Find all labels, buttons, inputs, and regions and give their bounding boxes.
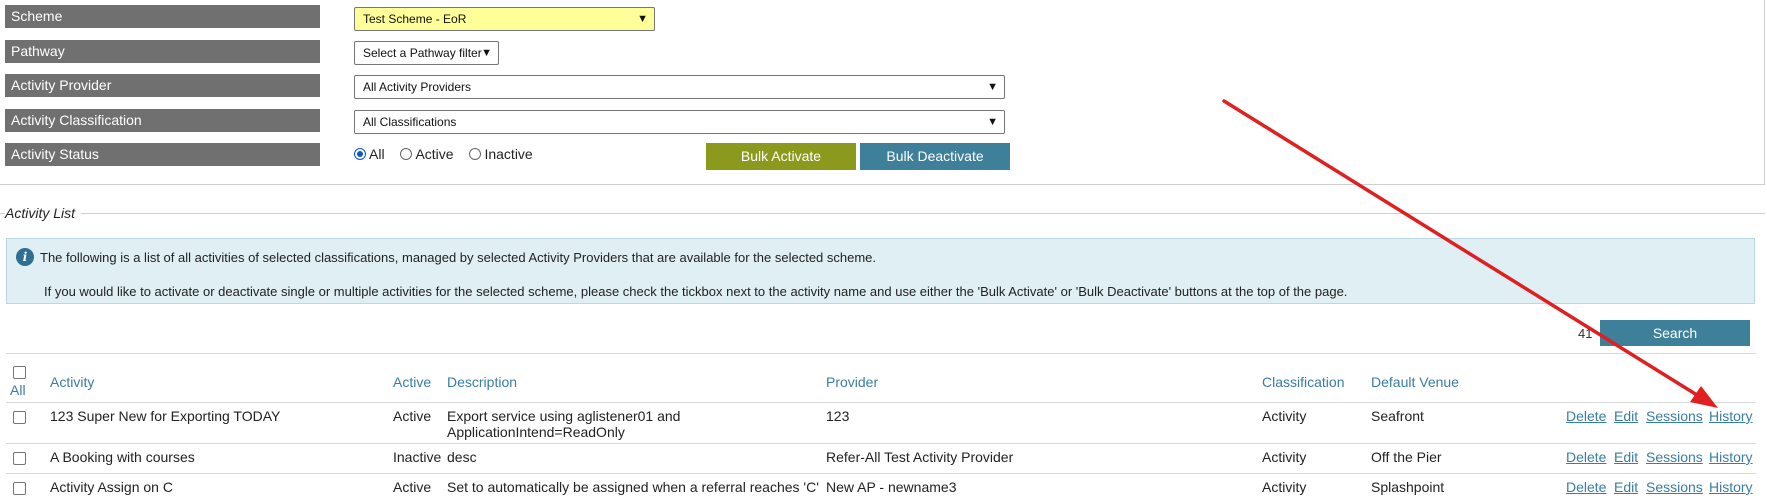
activity-active-status: Inactive [393, 449, 442, 465]
activity-status-label: Activity Status [5, 143, 320, 166]
column-header-default-venue[interactable]: Default Venue [1371, 374, 1459, 390]
history-link[interactable]: History [1709, 408, 1753, 424]
scheme-label: Scheme [5, 5, 320, 28]
activity-description: Export service using aglistener01 and [447, 408, 681, 424]
sessions-link[interactable]: Sessions [1646, 449, 1703, 465]
activity-classification: Activity [1262, 449, 1307, 465]
activity-classification: Activity [1262, 479, 1307, 495]
column-header-activity[interactable]: Activity [50, 374, 94, 390]
delete-link[interactable]: Delete [1566, 408, 1606, 424]
status-radio-inactive-label: Inactive [484, 146, 533, 162]
pathway-label: Pathway [5, 40, 320, 63]
sessions-link[interactable]: Sessions [1646, 408, 1703, 424]
scheme-select[interactable]: Test Scheme - EoR ▼ [354, 7, 655, 31]
activity-classification-select-value: All Classifications [363, 115, 457, 129]
info-box: i The following is a list of all activit… [6, 238, 1755, 304]
activity-list-legend: Activity List [5, 205, 82, 221]
activity-provider: Refer-All Test Activity Provider [826, 449, 1014, 465]
chevron-down-icon: ▼ [987, 81, 998, 93]
column-header-classification[interactable]: Classification [1262, 374, 1344, 390]
activity-description: Set to automatically be assigned when a … [447, 479, 819, 495]
activity-venue: Seafront [1371, 408, 1424, 424]
result-count: 41 [1578, 326, 1593, 341]
status-radio-all[interactable] [354, 148, 366, 160]
activity-active-status: Active [393, 408, 432, 424]
activity-description-cont: ApplicationIntend=ReadOnly [447, 424, 625, 440]
chevron-down-icon: ▼ [637, 13, 648, 25]
select-all-checkbox[interactable] [13, 366, 26, 379]
activity-description: desc [447, 449, 477, 465]
pathway-select-value: Select a Pathway filter [363, 46, 482, 60]
column-header-active[interactable]: Active [393, 374, 431, 390]
history-link[interactable]: History [1709, 449, 1753, 465]
activity-name: A Booking with courses [50, 449, 195, 465]
column-header-description[interactable]: Description [447, 374, 517, 390]
status-radio-all-label: All [369, 146, 385, 162]
activity-classification: Activity [1262, 408, 1307, 424]
status-radio-active-label: Active [415, 146, 454, 162]
delete-link[interactable]: Delete [1566, 449, 1606, 465]
filter-panel: Scheme Test Scheme - EoR ▼ Pathway Selec… [0, 0, 1765, 185]
activity-classification-select[interactable]: All Classifications ▼ [354, 110, 1005, 134]
info-icon: i [16, 248, 34, 266]
row-checkbox[interactable] [13, 482, 26, 495]
activity-classification-label: Activity Classification [5, 109, 320, 132]
scheme-select-value: Test Scheme - EoR [363, 12, 467, 26]
row-checkbox[interactable] [13, 452, 26, 465]
activity-provider-label: Activity Provider [5, 74, 320, 97]
pathway-select[interactable]: Select a Pathway filter ▼ [354, 41, 499, 65]
activity-name: Activity Assign on C [50, 479, 173, 495]
divider [6, 353, 1756, 354]
info-text-line2: If you would like to activate or deactiv… [44, 284, 1348, 299]
activity-list-border [0, 213, 1765, 214]
edit-link[interactable]: Edit [1614, 479, 1638, 495]
edit-link[interactable]: Edit [1614, 408, 1638, 424]
bulk-deactivate-button[interactable]: Bulk Deactivate [860, 143, 1010, 170]
delete-link[interactable]: Delete [1566, 479, 1606, 495]
activity-venue: Splashpoint [1371, 479, 1445, 495]
row-checkbox[interactable] [13, 411, 26, 424]
column-header-all[interactable]: All [10, 382, 26, 398]
activity-venue: Off the Pier [1371, 449, 1442, 465]
bulk-activate-button[interactable]: Bulk Activate [706, 143, 856, 170]
activity-status-radio-group: All Active Inactive [354, 146, 545, 162]
row-divider [6, 443, 1756, 444]
activity-name: 123 Super New for Exporting TODAY [50, 408, 281, 424]
table-header-divider [6, 402, 1756, 403]
sessions-link[interactable]: Sessions [1646, 479, 1703, 495]
activity-provider-select-value: All Activity Providers [363, 80, 472, 94]
row-divider [6, 473, 1756, 474]
chevron-down-icon: ▼ [481, 47, 492, 59]
activity-active-status: Active [393, 479, 432, 495]
info-text-line1: The following is a list of all activitie… [40, 250, 877, 265]
activity-provider: 123 [826, 408, 850, 424]
status-radio-active[interactable] [400, 148, 413, 160]
status-radio-inactive[interactable] [469, 148, 482, 160]
annotation-arrow-head [1690, 386, 1718, 408]
edit-link[interactable]: Edit [1614, 449, 1638, 465]
chevron-down-icon: ▼ [987, 116, 998, 128]
search-button[interactable]: Search [1600, 320, 1750, 346]
activity-provider-select[interactable]: All Activity Providers ▼ [354, 75, 1005, 99]
history-link[interactable]: History [1709, 479, 1753, 495]
activity-provider: New AP - newname3 [826, 479, 957, 495]
column-header-provider[interactable]: Provider [826, 374, 878, 390]
